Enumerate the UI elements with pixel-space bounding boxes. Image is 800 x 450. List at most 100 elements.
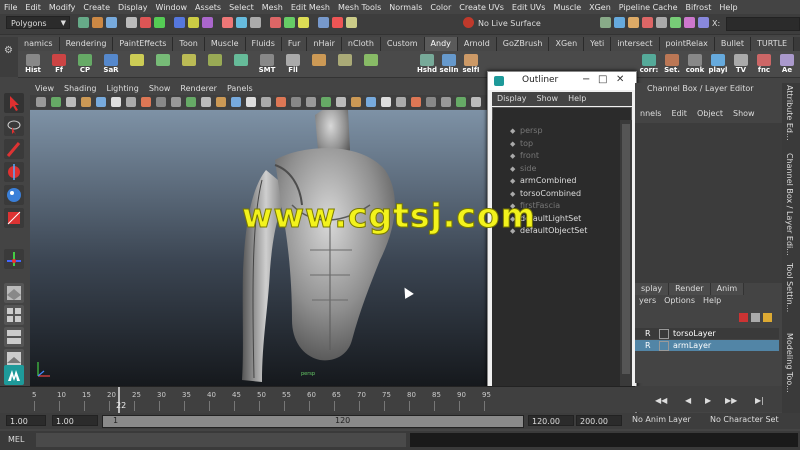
magnet-icon[interactable] [463,17,474,28]
layout-four-icon[interactable] [4,305,24,325]
viewport-tool-icon[interactable] [336,97,346,107]
shelf-tool[interactable]: Fll [282,54,304,76]
shelf-options-gear[interactable]: ⚙ [0,37,18,77]
menu-color[interactable]: Color [426,3,455,12]
layer-color-swatch[interactable] [659,328,669,339]
menu-edit-mesh[interactable]: Edit Mesh [287,3,334,12]
rotate-tool-icon[interactable] [4,185,24,205]
status-tool-icon[interactable] [174,17,185,28]
viewport-tool-icon[interactable] [291,97,301,107]
shelf-tool[interactable]: playl [707,54,729,76]
close-button[interactable]: ✕ [616,74,624,85]
play-forward-icon[interactable]: ▶ [705,396,711,405]
panel-menu-panels[interactable]: Panels [222,83,258,95]
layout-two-icon[interactable] [4,327,24,347]
panel-menu-shading[interactable]: Shading [59,83,102,95]
shelf-tab-ncloth[interactable]: nCloth [341,37,381,51]
layer-render-flag[interactable]: R [645,328,655,339]
viewport-tool-icon[interactable] [456,97,466,107]
viewport-tool-icon[interactable] [201,97,211,107]
select-tool-icon[interactable] [4,93,24,113]
panel-menu-lighting[interactable]: Lighting [101,83,143,95]
viewport-tool-icon[interactable] [231,97,241,107]
new-layer-icon[interactable] [739,313,748,322]
menu-help[interactable]: Help [715,3,741,12]
shelf-tab-fluids[interactable]: Fluids [245,37,282,51]
shelf-tool[interactable] [126,54,148,76]
outliner-item[interactable]: ◆ persp [510,126,543,135]
viewport-tool-icon[interactable] [66,97,76,107]
viewport-tool-icon[interactable] [471,97,481,107]
status-tool-icon[interactable] [92,17,103,28]
status-render-icon[interactable] [614,17,625,28]
menu-set-dropdown[interactable]: Polygons ▼ [6,16,70,29]
shelf-tab-toon[interactable]: Toon [173,37,205,51]
viewport-tool-icon[interactable] [411,97,421,107]
side-tab[interactable]: Modeling Too... [785,333,794,393]
menu-select[interactable]: Select [225,3,258,12]
status-render-icon[interactable] [698,17,709,28]
status-render-icon[interactable] [628,17,639,28]
viewport-tool-icon[interactable] [441,97,451,107]
shelf-tool[interactable]: conk [684,54,706,76]
viewport-tool-icon[interactable] [351,97,361,107]
shelf-tab-namics[interactable]: namics [18,37,60,51]
shelf-tab-nhair[interactable]: nHair [307,37,342,51]
shelf-tool[interactable] [178,54,200,76]
layer-color-swatch[interactable] [659,340,669,351]
layer-menu-item[interactable]: Help [699,296,725,305]
menu-assets[interactable]: Assets [191,3,225,12]
viewport-tool-icon[interactable] [261,97,271,107]
side-tab[interactable]: Channel Box / Layer Edi... [785,153,794,256]
menu-bifrost[interactable]: Bifrost [682,3,716,12]
layout-single-icon[interactable] [4,283,24,303]
menu-window[interactable]: Window [152,3,192,12]
new-layer-selected-icon[interactable] [751,313,760,322]
shelf-tab-painteffects[interactable]: PaintEffects [113,37,174,51]
outliner-item[interactable]: ◆ front [510,151,539,160]
status-render-icon[interactable] [600,17,611,28]
viewport-tool-icon[interactable] [51,97,61,107]
viewport-tool-icon[interactable] [306,97,316,107]
command-input[interactable] [36,433,406,447]
viewport-tool-icon[interactable] [96,97,106,107]
shelf-tool[interactable]: Hist [22,54,44,76]
side-tab[interactable]: Tool Settin... [785,263,794,312]
minimize-button[interactable]: − [582,74,590,85]
status-tool-icon[interactable] [346,17,357,28]
shelf-tab-fur[interactable]: Fur [281,37,308,51]
viewport-tool-icon[interactable] [171,97,181,107]
end-icon[interactable]: ▶| [755,396,764,405]
status-render-icon[interactable] [670,17,681,28]
start-time-field[interactable]: 1.00 [6,415,46,426]
menu-file[interactable]: File [0,3,21,12]
outliner-filter-input[interactable] [492,107,632,121]
playback-end-field[interactable]: 120.00 [528,415,574,426]
layer-tab[interactable]: splay [635,283,670,295]
shelf-tab-gozbrush[interactable]: GoZBrush [496,37,550,51]
menu-normals[interactable]: Normals [385,3,426,12]
side-tab[interactable]: Attribute Ed... [785,85,794,141]
status-tool-icon[interactable] [202,17,213,28]
shelf-tool[interactable] [308,54,330,76]
status-render-icon[interactable] [684,17,695,28]
menu-muscle[interactable]: Muscle [549,3,585,12]
layer-tab[interactable]: Render [669,283,711,295]
viewport-tool-icon[interactable] [276,97,286,107]
layer-row[interactable]: RtorsoLayer [635,328,779,339]
menu-pipeline-cache[interactable]: Pipeline Cache [615,3,682,12]
menu-create[interactable]: Create [79,3,114,12]
shelf-tool[interactable]: selIn [438,54,460,76]
status-tool-icon[interactable] [222,17,233,28]
outliner-item[interactable]: ◆ side [510,164,536,173]
range-slider[interactable]: 1 120 [102,415,524,428]
viewport-tool-icon[interactable] [396,97,406,107]
viewport-tool-icon[interactable] [126,97,136,107]
viewport-tool-icon[interactable] [186,97,196,107]
status-tool-icon[interactable] [332,17,343,28]
status-tool-icon[interactable] [78,17,89,28]
panel-menu-show[interactable]: Show [144,83,176,95]
layer-menu-item[interactable]: yers [635,296,660,305]
maximize-button[interactable]: □ [598,74,607,85]
menu-display[interactable]: Display [114,3,152,12]
